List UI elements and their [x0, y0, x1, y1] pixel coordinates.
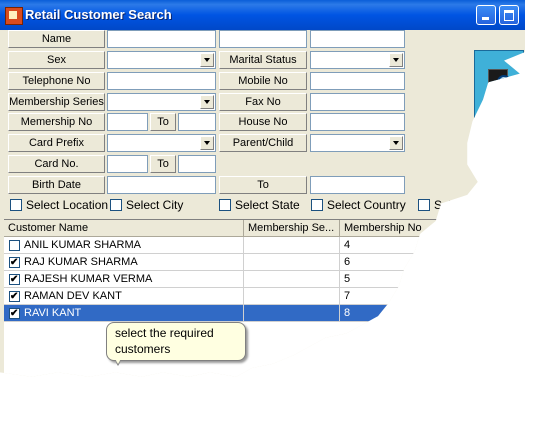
sex-label: Sex — [8, 51, 105, 69]
parent-child-label: Parent/Child — [219, 134, 307, 152]
column-header-membership-no[interactable]: Membership No — [340, 220, 524, 237]
dropdown-arrow-icon[interactable] — [389, 53, 403, 67]
table-cell-number[interactable]: 5 — [340, 271, 524, 288]
dropdown-arrow-icon[interactable] — [200, 95, 214, 109]
column-header-membership-series[interactable]: Membership Se... — [244, 220, 340, 237]
cell-text: 7 — [344, 290, 351, 302]
magnifier-icon — [497, 75, 511, 89]
cell-text: 5 — [344, 273, 351, 285]
callout-pointer-fill — [113, 355, 123, 364]
table-cell-series[interactable] — [244, 288, 340, 305]
cell-text: ANIL KUMAR SHARMA — [24, 239, 141, 251]
search-button-label: S — [489, 111, 498, 126]
row-checkbox-icon[interactable] — [9, 272, 20, 288]
title-bar[interactable]: Retail Customer Search — [0, 0, 525, 30]
birth-date-to-input[interactable] — [310, 176, 405, 194]
row-checkbox-icon[interactable] — [9, 306, 20, 322]
birth-date-from-input[interactable] — [107, 176, 216, 194]
select-city-checkbox[interactable]: Select City — [110, 198, 183, 214]
sex-select[interactable] — [107, 51, 216, 69]
row-checkbox-icon[interactable] — [9, 240, 20, 251]
row-checkbox-icon[interactable] — [9, 289, 20, 305]
telephone-input[interactable] — [107, 72, 216, 90]
cell-text: 6 — [344, 256, 351, 268]
row-checkbox-icon[interactable] — [9, 255, 20, 271]
maximize-button[interactable] — [499, 5, 519, 25]
table-cell-number[interactable]: 6 — [340, 254, 524, 271]
membership-no-to-input[interactable] — [178, 113, 216, 131]
cell-text: RAJ KUMAR SHARMA — [24, 256, 138, 268]
parent-child-select[interactable] — [310, 134, 405, 152]
table-cell-name[interactable]: RAJESH KUMAR VERMA — [4, 271, 244, 288]
card-no-to-input[interactable] — [178, 155, 216, 173]
minimize-button[interactable] — [476, 5, 496, 25]
card-prefix-select[interactable] — [107, 134, 216, 152]
birth-date-to-label: To — [219, 176, 307, 194]
table-cell-name[interactable]: ANIL KUMAR SHARMA — [4, 237, 244, 254]
fax-input[interactable] — [310, 93, 405, 111]
table-row[interactable]: RAJESH KUMAR VERMA 5 — [4, 271, 524, 288]
marital-status-label: Marital Status — [219, 51, 307, 69]
card-prefix-label: Card Prefix — [8, 134, 105, 152]
table-cell-number[interactable]: 4 — [340, 237, 524, 254]
house-no-label: House No — [219, 113, 307, 131]
checkbox-icon[interactable] — [110, 199, 122, 211]
retail-customer-search-window: Retail Customer Search Name Sex Marital … — [0, 0, 525, 377]
card-no-from-input[interactable] — [107, 155, 148, 173]
search-button[interactable]: S — [474, 50, 524, 132]
checkbox-icon[interactable] — [10, 199, 22, 211]
birth-date-label: Birth Date — [8, 176, 105, 194]
telephone-label: Telephone No — [8, 72, 105, 90]
dropdown-arrow-icon[interactable] — [200, 53, 214, 67]
table-row[interactable]: RAJ KUMAR SHARMA 6 — [4, 254, 524, 271]
table-cell-name[interactable]: RAJ KUMAR SHARMA — [4, 254, 244, 271]
table-row[interactable]: RAVI KANT 8 — [4, 305, 524, 322]
membership-series-select[interactable] — [107, 93, 216, 111]
select-state-checkbox[interactable]: Select State — [219, 198, 300, 214]
table-cell-series[interactable] — [244, 254, 340, 271]
select-country-checkbox[interactable]: Select Country — [311, 198, 406, 214]
checkbox-icon[interactable] — [311, 199, 323, 211]
membership-no-label: Memership No — [8, 113, 105, 131]
cell-text: RAVI KANT — [24, 307, 82, 319]
membership-no-to-label: To — [150, 113, 176, 131]
table-cell-number[interactable]: 7 — [340, 288, 524, 305]
name-input-2[interactable] — [219, 30, 307, 48]
mobile-input[interactable] — [310, 72, 405, 90]
table-cell-series[interactable] — [244, 305, 340, 322]
membership-no-from-input[interactable] — [107, 113, 148, 131]
select-more-checkbox[interactable]: Select — [418, 198, 467, 214]
cell-text: 8 — [344, 307, 351, 319]
name-input-3[interactable] — [310, 30, 405, 48]
cell-text: RAMAN DEV KANT — [24, 290, 122, 302]
table-cell-name[interactable]: RAVI KANT — [4, 305, 244, 322]
card-no-label: Card No. — [8, 155, 105, 173]
table-cell-name[interactable]: RAMAN DEV KANT — [4, 288, 244, 305]
table-cell-series[interactable] — [244, 237, 340, 254]
window-title: Retail Customer Search — [25, 7, 172, 22]
column-header-customer-name[interactable]: Customer Name — [4, 220, 244, 237]
checkbox-icon[interactable] — [219, 199, 231, 211]
cell-text: 4 — [344, 239, 351, 251]
mobile-label: Mobile No — [219, 72, 307, 90]
name-label: Name — [8, 30, 105, 48]
house-no-input[interactable] — [310, 113, 405, 131]
callout-tooltip: select the required customers — [106, 322, 246, 361]
marital-status-select[interactable] — [310, 51, 405, 69]
dropdown-arrow-icon[interactable] — [389, 136, 403, 150]
cell-text: RAJESH KUMAR VERMA — [24, 273, 153, 285]
select-location-checkbox[interactable]: Select Location — [10, 198, 108, 214]
table-cell-number[interactable]: 8 — [340, 305, 524, 322]
customer-results-grid[interactable]: Customer Name Membership Se... Membershi… — [4, 219, 524, 377]
membership-series-label: Membership Series — [8, 93, 105, 111]
app-icon — [5, 7, 23, 25]
checkbox-icon[interactable] — [418, 199, 430, 211]
dropdown-arrow-icon[interactable] — [200, 136, 214, 150]
table-cell-series[interactable] — [244, 271, 340, 288]
card-no-to-label: To — [150, 155, 176, 173]
table-row[interactable]: ANIL KUMAR SHARMA 4 — [4, 237, 524, 254]
name-input[interactable] — [107, 30, 216, 48]
table-row[interactable]: RAMAN DEV KANT 7 — [4, 288, 524, 305]
fax-label: Fax No — [219, 93, 307, 111]
